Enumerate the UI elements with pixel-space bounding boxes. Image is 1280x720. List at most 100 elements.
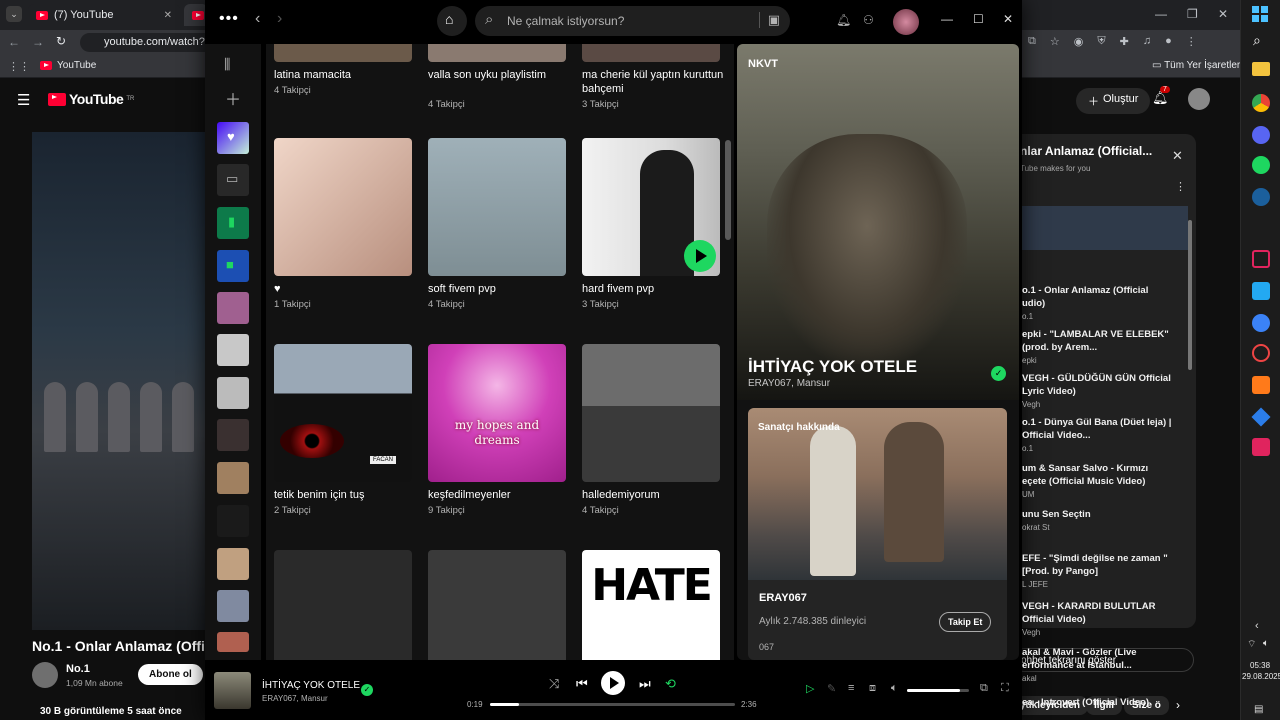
progress-track[interactable] xyxy=(490,703,735,706)
create-button[interactable]: ＋ Oluştur xyxy=(1076,88,1151,114)
reload-icon[interactable]: ↻ xyxy=(56,34,66,48)
playlist-cover[interactable]: HATE xyxy=(582,550,720,660)
local-files-tile[interactable]: ■ xyxy=(217,250,249,282)
apps-icon[interactable]: ⋮⋮ xyxy=(8,60,30,73)
playlist-title[interactable]: ma cherie kül yaptın kuruttun bahçemi xyxy=(582,68,727,96)
playlist-tile[interactable] xyxy=(217,334,249,366)
hamburger-menu-icon[interactable]: ☰ xyxy=(17,91,30,109)
now-playing-view-icon[interactable]: ▷ xyxy=(806,682,814,695)
chips-next-icon[interactable]: › xyxy=(1176,698,1180,712)
address-bar[interactable]: youtube.com/watch?v= xyxy=(80,33,220,52)
playlist-tile[interactable] xyxy=(217,590,249,622)
previous-icon[interactable]: ⏮︎ xyxy=(576,676,588,692)
volume-icon[interactable]: 🔈︎ xyxy=(891,682,898,695)
extension-icon[interactable]: ◉ xyxy=(1074,35,1084,51)
bookmark-star-icon[interactable]: ☆ xyxy=(1050,35,1060,51)
bell-icon[interactable]: 🔔︎ xyxy=(836,13,851,27)
restore-button[interactable]: ❐ xyxy=(1187,7,1198,21)
menu-dots-icon[interactable]: ⋮ xyxy=(1186,35,1197,51)
liked-songs-tile[interactable]: ♥ xyxy=(217,122,249,154)
playlist-cover[interactable] xyxy=(582,344,720,482)
about-artist-card[interactable]: Sanatçı hakkında ERAY067 Aylık 2.748.385… xyxy=(748,408,1007,660)
tab-search-button[interactable]: ⌄ xyxy=(6,6,22,22)
playlist-tile[interactable] xyxy=(217,377,249,409)
channel-avatar[interactable] xyxy=(32,662,58,688)
clock-time[interactable]: 05:38 xyxy=(1250,661,1270,670)
playlist-cover[interactable] xyxy=(274,44,412,62)
steam-icon[interactable] xyxy=(1252,188,1270,206)
video-player[interactable] xyxy=(32,132,212,630)
clock-date[interactable]: 29.08.2025 xyxy=(1242,672,1280,681)
tab-close-icon[interactable]: ✕ xyxy=(164,10,172,21)
back-icon[interactable]: ← xyxy=(8,35,20,49)
playlist-tile[interactable] xyxy=(217,292,249,324)
app-icon-orange[interactable] xyxy=(1252,376,1270,394)
np-track-artists[interactable]: ERAY067, Mansur xyxy=(748,378,830,389)
forward-icon[interactable]: › xyxy=(277,10,282,28)
playlist-tile[interactable] xyxy=(217,462,249,494)
playlist-cover[interactable] xyxy=(582,138,720,276)
play-pause-button[interactable] xyxy=(601,671,625,695)
repeat-icon[interactable]: ⟲ xyxy=(665,676,676,692)
lyrics-icon[interactable]: ✎ xyxy=(827,682,836,695)
playlist-cover[interactable] xyxy=(428,138,566,276)
all-bookmarks[interactable]: ▭ Tüm Yer İşaretleri xyxy=(1152,60,1242,71)
playlist-item[interactable]: unu Sen Seçtin okrat St xyxy=(1022,508,1172,534)
playlist-item[interactable]: o.1 - Dünya Gül Bana (Düet leja) | Offic… xyxy=(1022,416,1172,455)
playlist-item[interactable]: um & Sansar Salvo - Kırmızı eçete (Offic… xyxy=(1022,462,1172,501)
playlist-item[interactable]: VEGH - KARARDI BULUTLAR Official Video) V… xyxy=(1022,600,1172,639)
channel-name[interactable]: No.1 xyxy=(66,663,90,675)
bookmark-youtube[interactable]: YouTube xyxy=(40,60,96,71)
playlist-cover[interactable] xyxy=(582,44,720,62)
media-icon[interactable]: ♫ xyxy=(1143,35,1151,51)
connect-device-icon[interactable]: ⧈ xyxy=(869,682,876,695)
notifications-button[interactable]: 🔔︎ 7 xyxy=(1152,86,1170,106)
playlist-title[interactable]: latina mamacita xyxy=(274,68,419,82)
puzzle-icon[interactable]: ✚ xyxy=(1120,35,1129,51)
vscode-icon[interactable] xyxy=(1252,282,1270,300)
menu-dots-icon[interactable]: ••• xyxy=(219,10,239,28)
close-button[interactable]: ✕ xyxy=(1218,7,1228,21)
playlist-item[interactable]: o.1 - Onlar Anlamaz (Official udio) o.1 xyxy=(1022,284,1172,323)
playlist-tile[interactable] xyxy=(217,548,249,580)
playlist-tile[interactable] xyxy=(217,632,249,652)
playlist-item[interactable]: EFE - "Şimdi değilse ne zaman " [Prod. b… xyxy=(1022,552,1172,591)
player-cover[interactable] xyxy=(214,672,251,709)
next-icon[interactable]: ⏭︎ xyxy=(639,676,651,692)
playlist-item[interactable]: akal & Mavi - Gözler (Live erformance at… xyxy=(1022,646,1172,685)
playlist-cover[interactable]: FACAN xyxy=(274,344,412,482)
folder-tile[interactable]: ▭ xyxy=(217,164,249,196)
friends-icon[interactable]: ⚇ xyxy=(863,13,874,27)
library-icon[interactable]: ⫼ xyxy=(224,56,230,73)
install-icon[interactable]: ⧉ xyxy=(1028,35,1036,51)
playlist-cover[interactable] xyxy=(428,44,566,62)
spotify-app-icon[interactable] xyxy=(1252,156,1270,174)
volume-icon[interactable]: 🔈︎ xyxy=(1263,638,1269,649)
subscribe-button[interactable]: Abone ol xyxy=(138,664,203,685)
discord-icon[interactable] xyxy=(1252,126,1270,144)
playlist-title[interactable]: keşfedilmeyenler xyxy=(428,488,573,502)
follow-button[interactable]: Takip Et xyxy=(939,612,992,632)
chrome-icon[interactable] xyxy=(1252,94,1270,112)
playlist-scrollbar[interactable] xyxy=(1188,220,1192,370)
playlist-cover[interactable] xyxy=(274,138,412,276)
playlist-title[interactable]: halledemiyorum xyxy=(582,488,727,502)
playlist-cover[interactable]: my hopes and dreams xyxy=(428,344,566,482)
playlist-title[interactable]: soft fivem pvp xyxy=(428,282,573,296)
player-track-title[interactable]: İHTİYAÇ YOK OTELE xyxy=(262,680,360,691)
tray-expand-icon[interactable]: ‹ xyxy=(1255,620,1259,632)
profile-icon[interactable]: ● xyxy=(1165,35,1172,51)
volume-track[interactable] xyxy=(907,689,969,692)
minimize-button[interactable]: — xyxy=(941,12,953,26)
wifi-icon[interactable]: ⌔ xyxy=(1247,638,1256,651)
youtube-logo[interactable]: YouTube TR xyxy=(48,91,134,107)
playlist-cover[interactable] xyxy=(274,550,412,660)
playlist-item[interactable]: ea - Introvert (Official Video) xyxy=(1022,696,1172,709)
playlist-tile[interactable] xyxy=(217,419,249,451)
app-icon-cube[interactable] xyxy=(1251,407,1271,427)
notification-center-icon[interactable]: ▤ xyxy=(1254,704,1263,715)
profile-avatar[interactable] xyxy=(893,9,919,35)
player-track-artists[interactable]: ERAY067, Mansur xyxy=(262,694,328,703)
file-explorer-icon[interactable] xyxy=(1252,62,1270,76)
artist-name[interactable]: ERAY067 xyxy=(759,592,807,604)
